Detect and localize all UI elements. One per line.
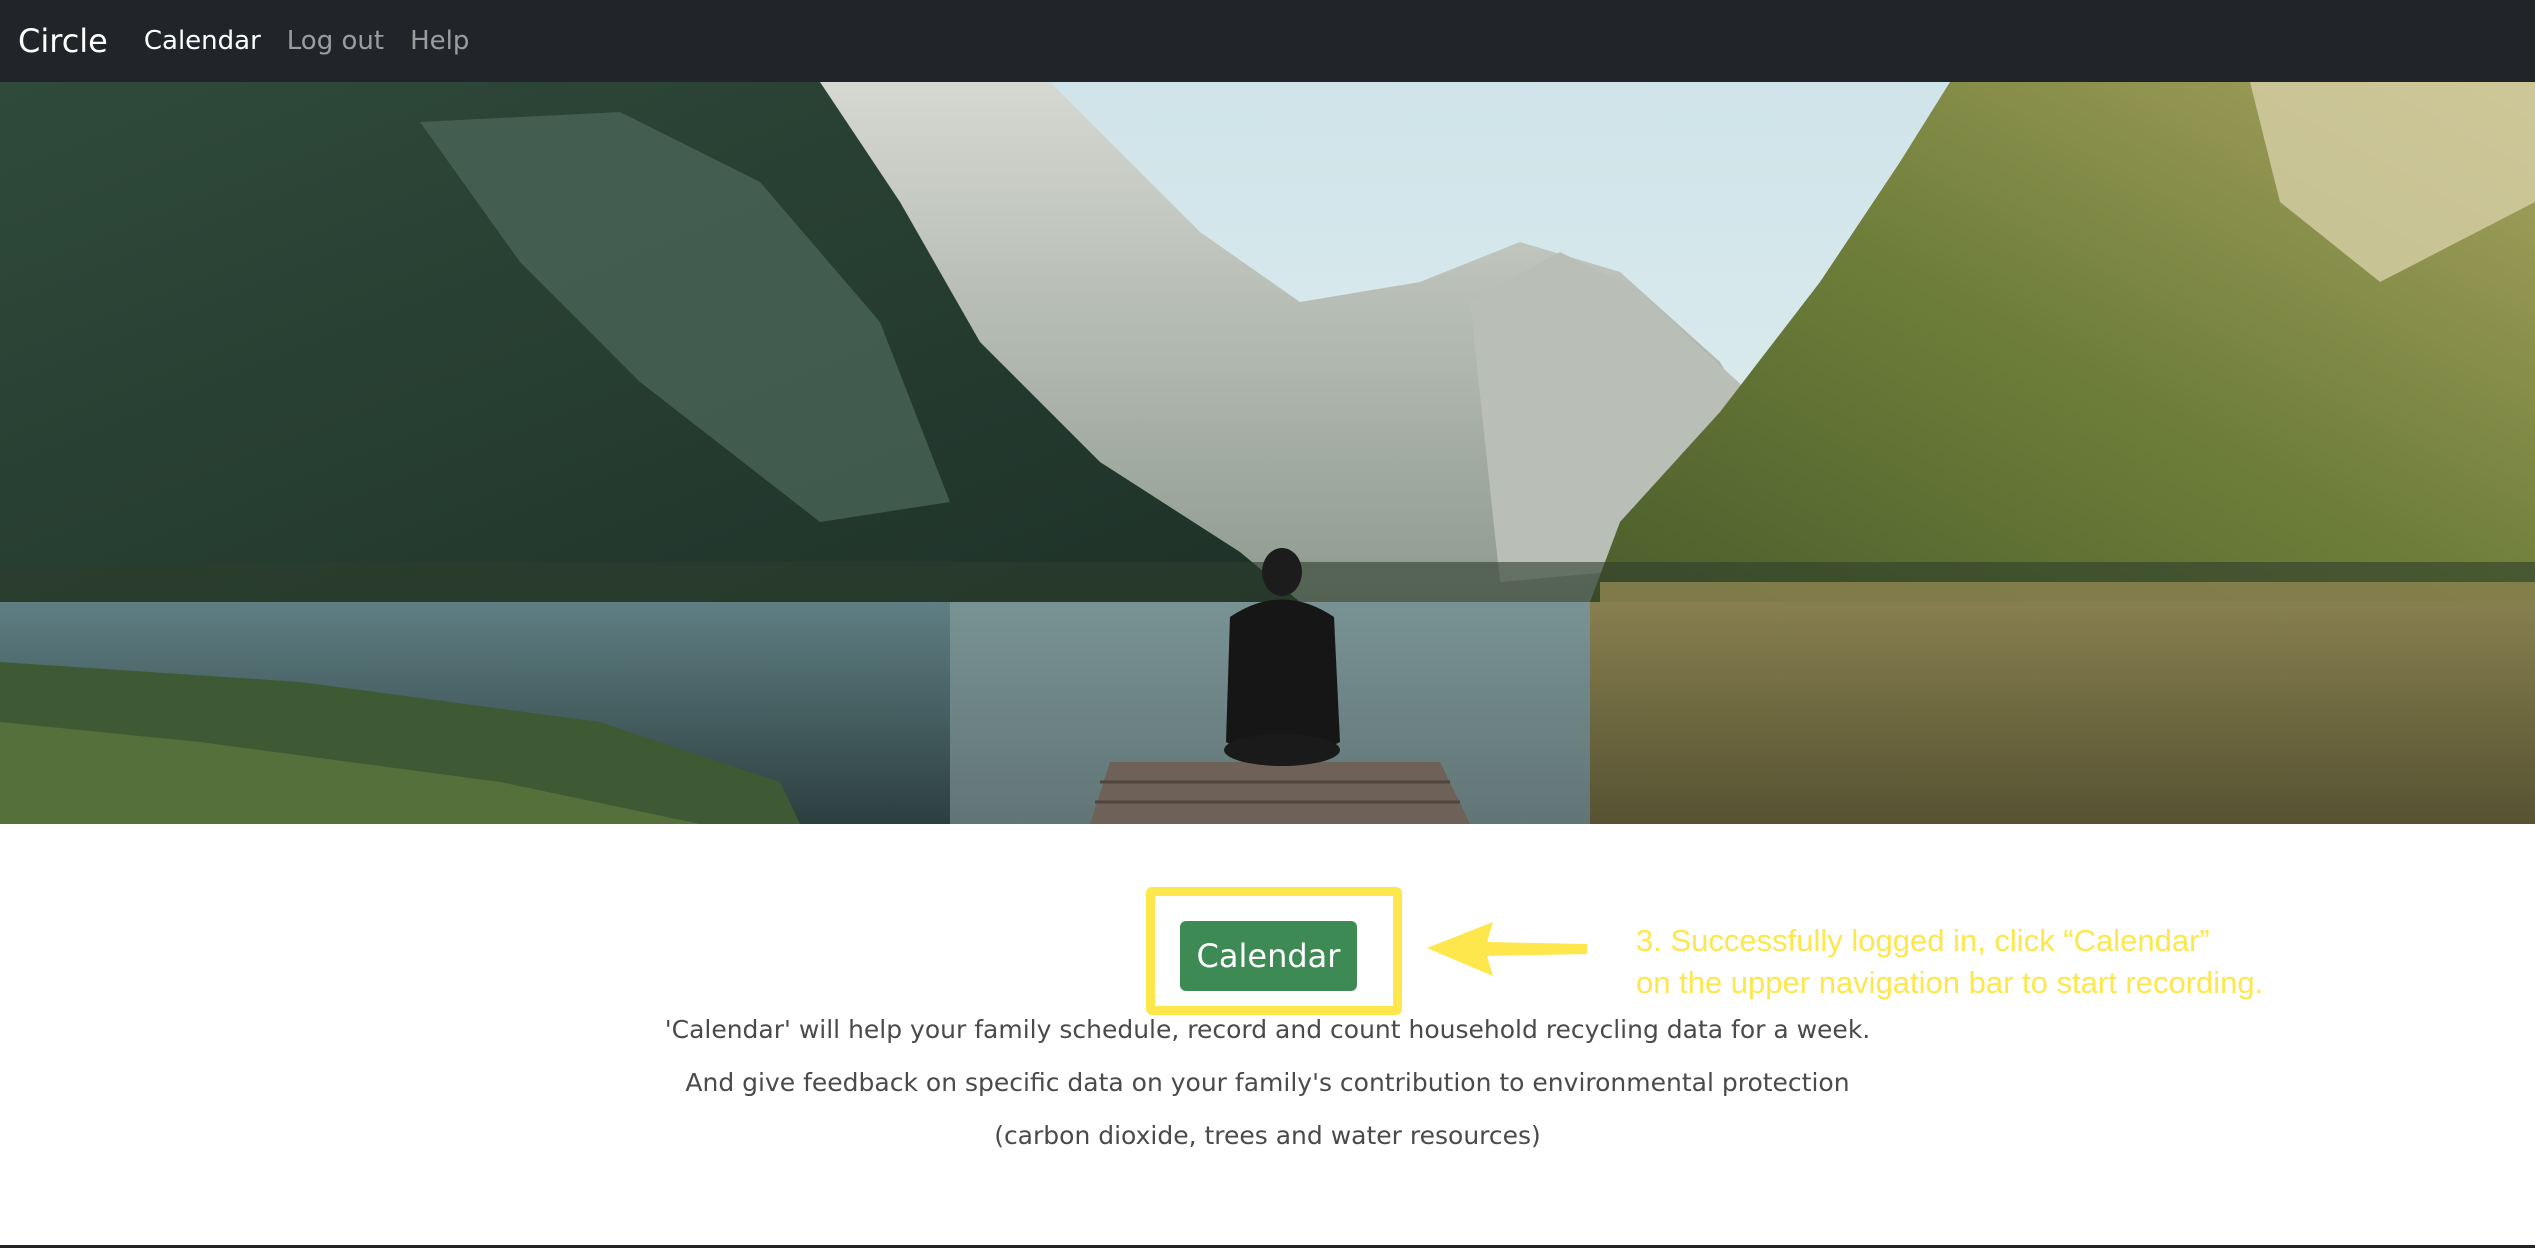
description-line-3: (carbon dioxide, trees and water resourc… — [994, 1121, 1541, 1150]
nav-calendar[interactable]: Calendar — [144, 26, 261, 56]
annotation-arrow-icon — [1427, 922, 1587, 976]
nav-logout[interactable]: Log out — [287, 26, 384, 56]
calendar-button[interactable]: Calendar — [1180, 921, 1357, 991]
annotation-line-2: on the upper navigation bar to start rec… — [1636, 965, 2264, 1000]
annotation-line-1: 3. Successfully logged in, click “Calend… — [1636, 923, 2210, 958]
hero-image — [0, 82, 2535, 824]
brand-logo[interactable]: Circle — [18, 22, 108, 60]
annotation-text: 3. Successfully logged in, click “Calend… — [1636, 920, 2263, 1004]
description-line-2: And give feedback on specific data on yo… — [685, 1068, 1850, 1097]
description-line-1: 'Calendar' will help your family schedul… — [664, 1015, 1871, 1044]
nav-help[interactable]: Help — [410, 26, 469, 56]
top-navbar: Circle Calendar Log out Help — [0, 0, 2535, 82]
